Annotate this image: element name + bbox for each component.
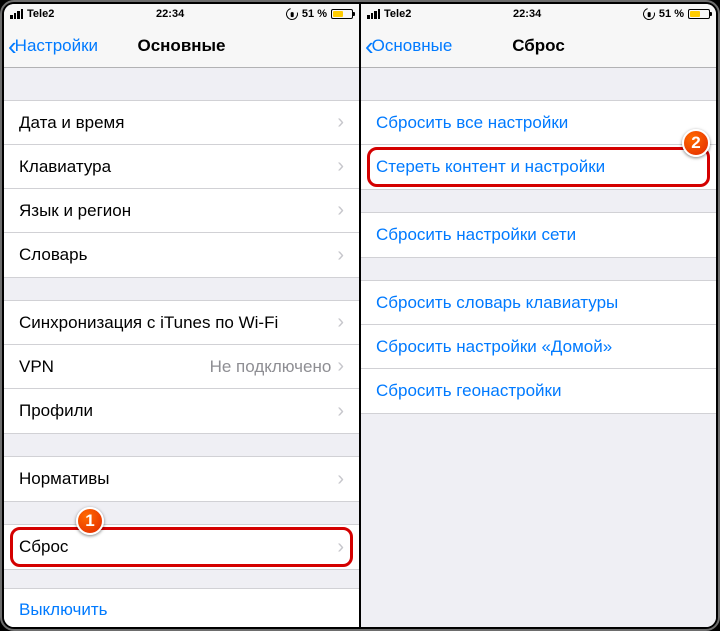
chevron-right-icon: › xyxy=(337,311,344,334)
status-time: 22:34 xyxy=(54,8,286,20)
carrier-label: Tele2 xyxy=(384,8,411,20)
orientation-lock-icon xyxy=(641,6,657,22)
back-label: Настройки xyxy=(15,36,98,56)
row-label: VPN xyxy=(19,357,210,377)
chevron-right-icon: › xyxy=(337,400,344,423)
chevron-right-icon: › xyxy=(337,536,344,559)
settings-group: Сброс›1 xyxy=(4,524,359,570)
settings-group: Синхронизация с iTunes по Wi-Fi›VPNНе по… xyxy=(4,300,359,434)
right-screen: Tele2 22:34 51 % ‹ Основные Сброс Сброси… xyxy=(361,4,716,627)
row-value: Не подключено xyxy=(210,357,332,377)
carrier-label: Tele2 xyxy=(27,8,54,20)
chevron-right-icon: › xyxy=(337,244,344,267)
back-button[interactable]: ‹ Настройки xyxy=(4,33,98,59)
row-itunes-wifi[interactable]: Синхронизация с iTunes по Wi-Fi› xyxy=(4,301,359,345)
back-label: Основные xyxy=(372,36,453,56)
orientation-lock-icon xyxy=(284,6,300,22)
row-reset-all[interactable]: Сбросить все настройки xyxy=(361,101,716,145)
signal-icon xyxy=(10,9,23,19)
row-erase-all[interactable]: Стереть контент и настройки2 xyxy=(361,145,716,189)
row-date-time[interactable]: Дата и время› xyxy=(4,101,359,145)
settings-group: Нормативы› xyxy=(4,456,359,502)
row-label: Стереть контент и настройки xyxy=(376,157,701,177)
settings-group: Сбросить настройки сети xyxy=(361,212,716,258)
row-language-region[interactable]: Язык и регион› xyxy=(4,189,359,233)
settings-group: Сбросить словарь клавиатуры Сбросить наст… xyxy=(361,280,716,414)
row-reset[interactable]: Сброс›1 xyxy=(4,525,359,569)
settings-group: Дата и время›Клавиатура›Язык и регион›Сл… xyxy=(4,100,359,278)
content-scroll[interactable]: Сбросить все настройки Стереть контент и … xyxy=(361,68,716,627)
nav-bar: ‹ Настройки Основные xyxy=(4,24,359,68)
row-label: Сбросить все настройки xyxy=(376,113,701,133)
row-dictionary[interactable]: Словарь› xyxy=(4,233,359,277)
row-label: Язык и регион xyxy=(19,201,337,221)
row-shutdown[interactable]: Выключить xyxy=(4,588,359,627)
signal-icon xyxy=(367,9,380,19)
row-label: Сбросить настройки сети xyxy=(376,225,701,245)
row-label: Клавиатура xyxy=(19,157,337,177)
battery-pct: 51 % xyxy=(302,8,327,20)
back-button[interactable]: ‹ Основные xyxy=(361,33,452,59)
battery-icon xyxy=(331,9,353,19)
row-profiles[interactable]: Профили› xyxy=(4,389,359,433)
row-reset-keyboard-dict[interactable]: Сбросить словарь клавиатуры xyxy=(361,281,716,325)
row-label: Сбросить геонастройки xyxy=(376,381,701,401)
row-label: Сбросить словарь клавиатуры xyxy=(376,293,701,313)
row-label: Словарь xyxy=(19,245,337,265)
row-reset-location[interactable]: Сбросить геонастройки xyxy=(361,369,716,413)
row-label: Сбросить настройки «Домой» xyxy=(376,337,701,357)
status-bar: Tele2 22:34 51 % xyxy=(4,4,359,24)
chevron-right-icon: › xyxy=(337,111,344,134)
annotation-badge: 1 xyxy=(76,507,104,535)
row-label: Дата и время xyxy=(19,113,337,133)
chevron-right-icon: › xyxy=(337,355,344,378)
chevron-right-icon: › xyxy=(337,155,344,178)
left-screen: Tele2 22:34 51 % ‹ Настройки Основные Да… xyxy=(4,4,359,627)
battery-icon xyxy=(688,9,710,19)
row-regulatory[interactable]: Нормативы› xyxy=(4,457,359,501)
status-time: 22:34 xyxy=(411,8,643,20)
row-label: Сброс xyxy=(19,537,337,557)
status-bar: Tele2 22:34 51 % xyxy=(361,4,716,24)
chevron-right-icon: › xyxy=(337,468,344,491)
row-reset-home[interactable]: Сбросить настройки «Домой» xyxy=(361,325,716,369)
battery-pct: 51 % xyxy=(659,8,684,20)
row-label: Профили xyxy=(19,401,337,421)
settings-group: Сбросить все настройки Стереть контент и … xyxy=(361,100,716,190)
row-reset-network[interactable]: Сбросить настройки сети xyxy=(361,213,716,257)
nav-bar: ‹ Основные Сброс xyxy=(361,24,716,68)
row-keyboard[interactable]: Клавиатура› xyxy=(4,145,359,189)
row-vpn[interactable]: VPNНе подключено› xyxy=(4,345,359,389)
row-label: Нормативы xyxy=(19,469,337,489)
content-scroll[interactable]: Дата и время›Клавиатура›Язык и регион›Сл… xyxy=(4,68,359,627)
row-label: Синхронизация с iTunes по Wi-Fi xyxy=(19,313,337,333)
chevron-right-icon: › xyxy=(337,199,344,222)
